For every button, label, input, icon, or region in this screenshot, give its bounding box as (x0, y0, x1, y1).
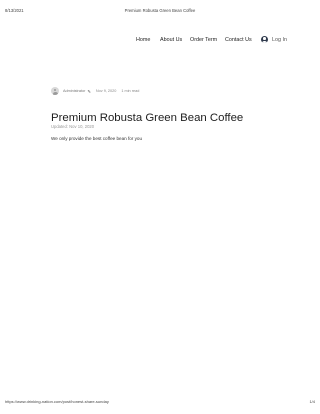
post-meta: Administrator ✎ Nov 9, 2020 1 min read (51, 86, 139, 96)
nav-about-us[interactable]: About Us (160, 37, 182, 43)
print-title: Premium Robusta Green Bean Coffee (124, 8, 196, 13)
site-nav: Home About Us Order Term Contact Us Log … (136, 36, 290, 47)
read-time: 1 min read (121, 89, 140, 93)
print-url: https://www.drinking-nation.com/post/hon… (5, 399, 109, 404)
print-page-number: 1/4 (309, 399, 315, 404)
print-footer: https://www.drinking-nation.com/post/hon… (5, 399, 315, 407)
post-title: Premium Robusta Green Bean Coffee (51, 111, 244, 124)
print-header: 8/13/2021 Premium Robusta Green Bean Cof… (5, 8, 315, 16)
user-avatar-icon (261, 36, 268, 43)
author-name[interactable]: Administrator (63, 89, 85, 93)
crown-icon: ✎ (87, 88, 91, 94)
nav-home[interactable]: Home (136, 37, 150, 43)
updated-date: Updated: Nov 10, 2020 (51, 124, 95, 129)
login-label: Log In (272, 36, 287, 43)
nav-contact-us[interactable]: Contact Us (225, 37, 252, 43)
post-body: We only provide the best coffee bean for… (51, 136, 142, 141)
login-button[interactable]: Log In (261, 36, 287, 43)
author-avatar[interactable] (51, 87, 59, 95)
post-date: Nov 9, 2020 (95, 89, 117, 93)
nav-order-term[interactable]: Order Term (190, 37, 217, 43)
